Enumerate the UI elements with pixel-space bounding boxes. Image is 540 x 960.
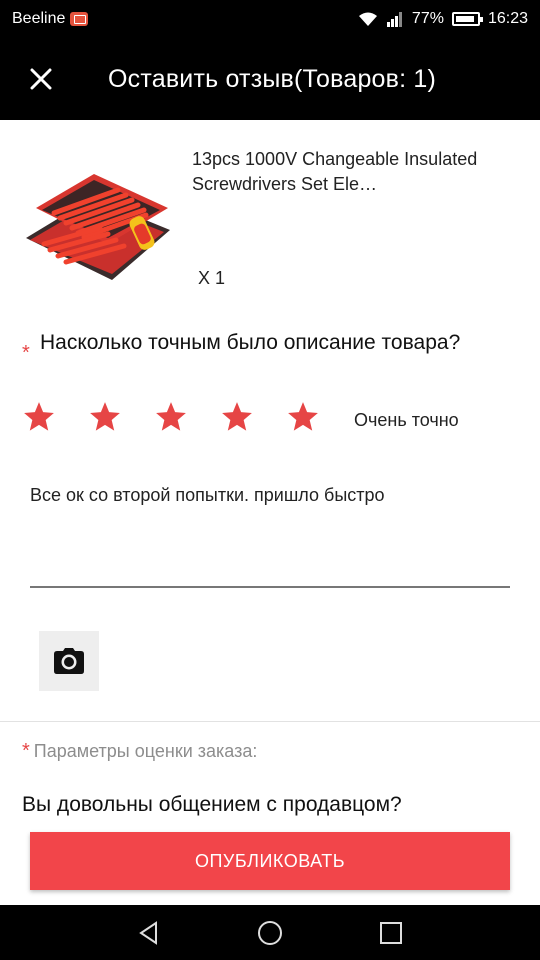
back-triangle-icon xyxy=(139,920,157,945)
rating-question: Насколько точным было описание товара? xyxy=(40,331,461,354)
wifi-icon xyxy=(358,12,377,26)
message-icon xyxy=(70,12,89,26)
home-circle-icon xyxy=(258,920,282,945)
review-input[interactable]: Все ок со второй попытки. пришло быстро xyxy=(30,480,510,588)
recents-nav-button[interactable] xyxy=(378,920,404,946)
product-quantity: X 1 xyxy=(198,268,226,288)
camera-icon xyxy=(54,648,84,674)
star-icon[interactable] xyxy=(286,400,320,434)
rating-label: Очень точно xyxy=(354,410,459,430)
page-title: Оставить отзыв(Товаров: 1) xyxy=(108,64,437,93)
star-icon[interactable] xyxy=(154,400,188,434)
status-bar: Beeline 77% 16:23 xyxy=(0,0,540,38)
status-right: 77% 16:23 xyxy=(358,10,528,28)
star-icon[interactable] xyxy=(88,400,122,434)
order-params-heading: * Параметры оценки заказа: xyxy=(22,740,257,763)
review-text: Все ок со второй попытки. пришло быстро xyxy=(30,485,385,505)
required-mark: * xyxy=(22,740,30,762)
required-mark: * xyxy=(22,342,30,364)
close-icon xyxy=(30,68,52,90)
system-nav-bar xyxy=(0,905,540,960)
app-bar: Оставить отзыв(Товаров: 1) xyxy=(0,38,540,120)
star-icon[interactable] xyxy=(220,400,254,434)
product-image xyxy=(22,168,172,288)
add-photo-button[interactable] xyxy=(39,631,99,691)
recents-square-icon xyxy=(380,921,402,944)
star-icon[interactable] xyxy=(22,400,56,434)
clock: 16:23 xyxy=(487,10,528,27)
review-screen: Beeline 77% 16:23 Оставить отзыв(Товаров… xyxy=(0,0,540,960)
status-left: Beeline xyxy=(12,10,89,28)
signal-icon xyxy=(386,12,402,27)
order-params-label: Параметры оценки заказа: xyxy=(33,741,258,761)
close-button[interactable] xyxy=(0,38,82,120)
publish-button[interactable]: ОПУБЛИКОВАТЬ xyxy=(30,832,510,890)
rating-question-block: * Насколько точным было описание товара? xyxy=(22,328,512,364)
home-nav-button[interactable] xyxy=(257,920,283,946)
seller-question: Вы довольны общением с продавцом? xyxy=(22,793,402,816)
carrier-name: Beeline xyxy=(12,10,66,27)
product-card: 13pcs 1000V Changeable Insulated Screwdr… xyxy=(0,120,540,310)
back-nav-button[interactable] xyxy=(136,920,162,946)
battery-percent: 77% xyxy=(411,10,444,27)
divider xyxy=(0,721,540,722)
star-rating xyxy=(22,400,352,434)
product-title[interactable]: 13pcs 1000V Changeable Insulated Screwdr… xyxy=(192,147,502,197)
battery-icon xyxy=(451,12,483,26)
